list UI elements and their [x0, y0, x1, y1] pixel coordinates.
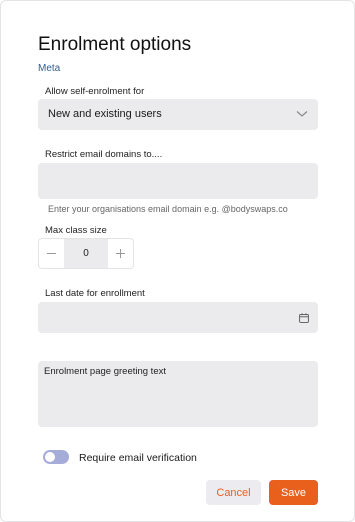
email-domains-label: Restrict email domains to.... — [45, 149, 163, 160]
dialog-title: Enrolment options — [38, 34, 192, 55]
email-domains-helper-text: Enter your organisations email domain e.… — [48, 204, 288, 214]
save-button[interactable]: Save — [269, 480, 318, 505]
enrolment-options-dialog: Enrolment options Meta Allow self-enrolm… — [0, 0, 355, 522]
email-domains-input[interactable] — [38, 163, 318, 199]
plus-icon — [116, 249, 125, 258]
toggle-knob — [45, 452, 55, 462]
max-class-size-value[interactable]: 0 — [64, 239, 108, 268]
email-verification-label: Require email verification — [79, 452, 197, 464]
last-date-label: Last date for enrollment — [45, 288, 145, 299]
meta-link[interactable]: Meta — [38, 63, 60, 74]
chevron-down-icon — [296, 111, 308, 117]
calendar-icon[interactable] — [299, 313, 309, 323]
decrement-button[interactable] — [39, 239, 64, 268]
max-class-size-stepper: 0 — [38, 238, 134, 269]
last-date-input[interactable] — [38, 302, 318, 333]
max-class-size-label: Max class size — [45, 225, 107, 236]
cancel-button[interactable]: Cancel — [206, 480, 261, 505]
email-verification-toggle[interactable] — [43, 450, 69, 464]
self-enrolment-label: Allow self-enrolment for — [45, 86, 145, 97]
greeting-text-label: Enrolment page greeting text — [44, 366, 166, 377]
minus-icon — [47, 253, 56, 254]
self-enrolment-selected-value: New and existing users — [48, 108, 162, 120]
self-enrolment-select[interactable]: New and existing users — [38, 99, 318, 130]
increment-button[interactable] — [108, 239, 133, 268]
greeting-text-area[interactable]: Enrolment page greeting text — [38, 361, 318, 427]
